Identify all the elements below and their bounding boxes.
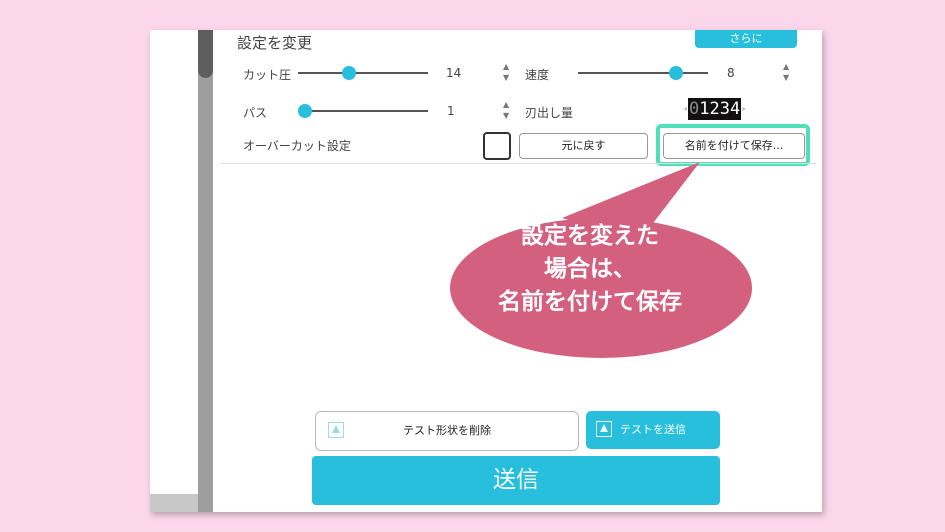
callout-line: 設定を変えた	[521, 223, 659, 249]
callout-line: 場合は、	[544, 256, 636, 282]
callout-line: 名前を付けて保存	[498, 289, 682, 315]
callout-text: 設定を変えた 場合は、 名前を付けて保存	[465, 220, 715, 319]
